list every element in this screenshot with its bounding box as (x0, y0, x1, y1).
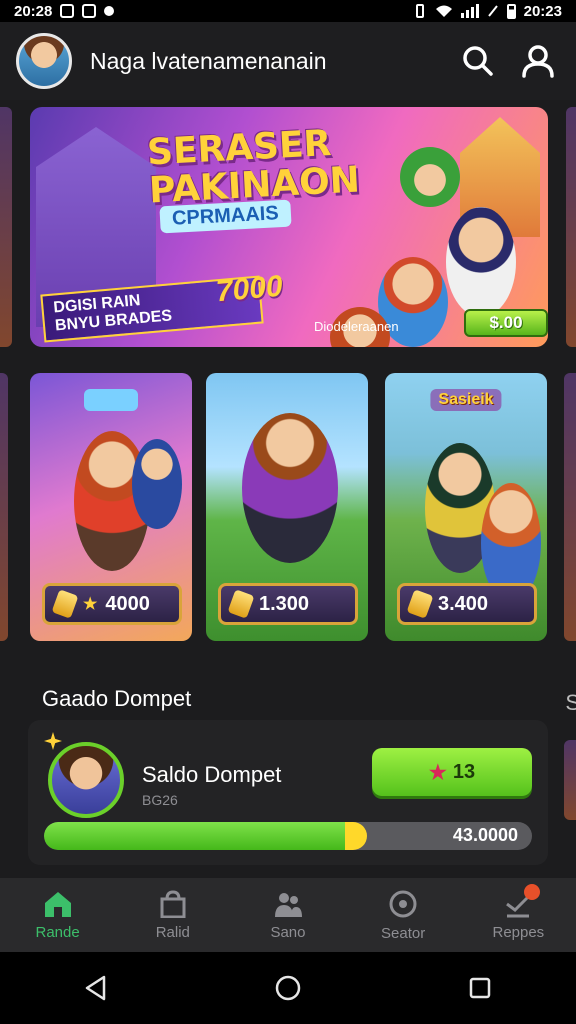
nav-item-compass[interactable]: Seator (353, 889, 453, 942)
gem-icon (227, 589, 255, 619)
app-header: Naga lvatenamenanain (0, 22, 576, 100)
card-price-value: 4000 (105, 592, 150, 615)
banner-tag-amount: 7000 (214, 269, 284, 309)
card-price-value: 1.300 (259, 592, 310, 615)
banner-subtitle: CPRMAAIS (159, 199, 292, 234)
status-left: 20:28 (14, 2, 115, 20)
app-screen: 20:28 20:23 Naga lvatenamenanain SERASER… (0, 0, 576, 1024)
circle-home-icon (275, 975, 301, 1001)
nav-item-bag[interactable]: Ralid (123, 889, 223, 941)
user-name: Naga lvatenamenanain (90, 47, 327, 74)
nav-label: Rande (35, 923, 80, 941)
compass-icon (389, 890, 417, 917)
nav-label: Ralid (155, 923, 190, 941)
wallet-progress-knob (344, 822, 367, 850)
wallet-card: Saldo Dompet BG26 ★ 13 43.0000 (28, 720, 548, 865)
banner-character (446, 207, 516, 317)
notification-icon (60, 4, 75, 18)
card-price[interactable]: ★ 4000 (42, 583, 182, 625)
wallet-peek-label: S (565, 690, 576, 715)
wifi-icon (435, 5, 452, 17)
wallet-avatar (48, 742, 124, 818)
wallet-peek-right (564, 740, 576, 820)
back-button[interactable] (66, 958, 126, 1018)
people-icon (274, 892, 302, 917)
game-card[interactable]: Sasieik 3.400 (385, 373, 547, 641)
user-avatar[interactable] (16, 33, 72, 89)
system-nav-bar (0, 952, 576, 1024)
bottom-nav: Rande Ralid Sano Seator Reppes (0, 878, 576, 952)
nav-item-home[interactable]: Rande (8, 890, 108, 941)
data-icon (487, 5, 498, 17)
nav-label: Reppes (492, 923, 545, 941)
banner-character (400, 147, 460, 207)
game-card[interactable]: ★ 4000 (30, 373, 192, 641)
status-time-left: 20:28 (14, 2, 53, 20)
battery-icon (506, 3, 516, 19)
person-icon (522, 45, 554, 78)
profile-button[interactable] (516, 39, 560, 83)
card-price-value: 3.400 (438, 592, 489, 615)
wallet-label: Saldo Dompet (142, 762, 282, 787)
gem-icon (406, 589, 434, 619)
wallet-sub: BG26 (142, 792, 178, 808)
wallet-section-title: Gaado Dompet (42, 686, 192, 711)
card-character (132, 439, 182, 529)
back-icon (85, 975, 106, 1001)
cards-peek-left (0, 373, 8, 641)
wallet-button-label: 13 (452, 760, 476, 783)
nav-item-trophy[interactable]: Reppes (468, 883, 568, 941)
carousel-peek-right (566, 107, 576, 347)
dot-icon (104, 6, 115, 16)
status-time-right: 20:23 (523, 2, 562, 20)
star-icon: ★ (83, 596, 98, 613)
wallet-amount: 43.0000 (452, 825, 518, 845)
nav-label: Sano (270, 923, 306, 941)
banner-price-button[interactable]: $.00 (464, 309, 548, 337)
card-price[interactable]: 3.400 (397, 583, 537, 625)
star-icon: ★ (428, 761, 447, 784)
app-notification-icon (82, 4, 97, 18)
search-icon (463, 46, 493, 76)
gem-icon (51, 589, 79, 619)
card-character (242, 413, 338, 563)
carousel-peek-left (0, 107, 12, 347)
vibrate-icon (415, 4, 424, 18)
promo-banner[interactable]: SERASER PAKINAON CPRMAAIS DGISI RAIN BNY… (30, 107, 548, 347)
status-bar: 20:28 20:23 (0, 0, 576, 22)
game-card[interactable]: 1.300 (206, 373, 368, 641)
card-badge: Sasieik (430, 389, 502, 411)
status-right: 20:23 (413, 3, 562, 20)
square-recents-icon (469, 977, 491, 999)
home-button[interactable] (258, 958, 318, 1018)
card-price[interactable]: 1.300 (218, 583, 358, 625)
wallet-progress-fill (44, 822, 347, 850)
bag-icon (160, 889, 186, 918)
nav-label: Seator (381, 924, 426, 942)
sparkle-icon (44, 732, 62, 750)
wallet-topup-button[interactable]: ★ 13 (372, 748, 532, 796)
wallet-progress-bar: 43.0000 (44, 822, 532, 850)
signal-icon (460, 4, 479, 18)
banner-caption: Diodeleraanen (314, 319, 399, 334)
recents-button[interactable] (450, 958, 510, 1018)
home-icon (44, 891, 71, 917)
search-button[interactable] (456, 39, 500, 83)
cards-peek-right (564, 373, 576, 641)
notification-badge (524, 883, 541, 900)
nav-item-people[interactable]: Sano (238, 890, 338, 941)
card-badge-icon (84, 389, 138, 411)
banner-title: SERASER PAKINAON (146, 123, 361, 212)
